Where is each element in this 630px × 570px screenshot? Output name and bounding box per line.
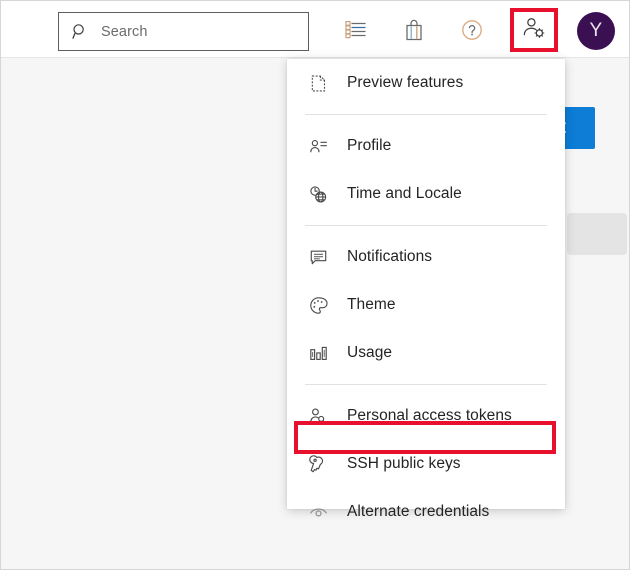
- menu-item-time-and-locale[interactable]: Time and Locale: [287, 170, 565, 218]
- menu-item-label: Alternate credentials: [347, 503, 489, 521]
- menu-item-theme[interactable]: Theme: [287, 281, 565, 329]
- backlog-list-icon: [345, 20, 367, 40]
- menu-item-label: Usage: [347, 344, 392, 362]
- profile-contact-icon: [307, 135, 329, 157]
- user-settings-button[interactable]: [512, 10, 556, 50]
- top-nav-icon-group: [336, 1, 510, 58]
- menu-separator: [305, 225, 547, 226]
- menu-item-label: Theme: [347, 296, 396, 314]
- menu-item-alternate-credentials[interactable]: Alternate credentials: [287, 488, 565, 536]
- help-question-icon: [461, 19, 483, 41]
- menu-item-notifications[interactable]: Notifications: [287, 233, 565, 281]
- person-key-icon: [307, 405, 329, 427]
- help-button[interactable]: [452, 10, 492, 50]
- eye-key-icon: [307, 501, 329, 523]
- marketplace-button[interactable]: [394, 10, 434, 50]
- search-placeholder-text: Search: [101, 24, 148, 40]
- menu-separator: [305, 114, 547, 115]
- menu-item-label: Notifications: [347, 248, 432, 266]
- menu-item-label: Preview features: [347, 74, 463, 92]
- bar-chart-icon: [307, 342, 329, 364]
- clock-globe-icon: [307, 183, 329, 205]
- search-input[interactable]: Search: [58, 12, 309, 51]
- comment-bubble-icon: [307, 246, 329, 268]
- backlog-list-button[interactable]: [336, 10, 376, 50]
- menu-separator: [305, 384, 547, 385]
- top-navigation-bar: Search: [1, 1, 630, 58]
- screenshot-root: ct Search: [0, 0, 630, 570]
- marketplace-bag-icon: [404, 19, 424, 41]
- menu-item-preview-features[interactable]: Preview features: [287, 59, 565, 107]
- search-icon: [72, 23, 89, 40]
- menu-item-label: Time and Locale: [347, 185, 462, 203]
- user-settings-flyout-menu: Preview features Profile: [287, 59, 565, 509]
- menu-item-label: Personal access tokens: [347, 407, 512, 425]
- menu-item-label: Profile: [347, 137, 391, 155]
- menu-item-label: SSH public keys: [347, 455, 461, 473]
- palette-icon: [307, 294, 329, 316]
- avatar-initial: Y: [590, 20, 603, 42]
- key-icon: [307, 453, 329, 475]
- user-settings-gear-icon: [521, 15, 547, 46]
- avatar[interactable]: Y: [577, 12, 615, 50]
- menu-item-personal-access-tokens[interactable]: Personal access tokens: [287, 392, 565, 440]
- menu-item-usage[interactable]: Usage: [287, 329, 565, 377]
- menu-item-ssh-public-keys[interactable]: SSH public keys: [287, 440, 565, 488]
- menu-item-profile[interactable]: Profile: [287, 122, 565, 170]
- preview-page-icon: [307, 72, 329, 94]
- placeholder-card: [567, 213, 627, 255]
